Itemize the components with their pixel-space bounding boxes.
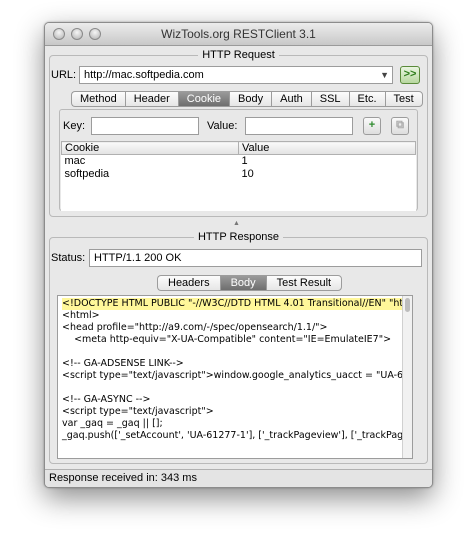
- plus-icon: +: [368, 119, 376, 131]
- tab-test-result[interactable]: Test Result: [265, 275, 343, 291]
- tab-response-body[interactable]: Body: [219, 275, 266, 291]
- tab-test[interactable]: Test: [384, 91, 423, 107]
- http-response-title: HTTP Response: [197, 231, 280, 243]
- chevron-down-icon[interactable]: ▼: [380, 69, 389, 81]
- title-bar: WizTools.org RESTClient 3.1: [45, 23, 432, 46]
- tab-headers[interactable]: Headers: [157, 275, 220, 291]
- code-line: <script type="text/javascript">: [62, 406, 214, 417]
- code-line: <html>: [62, 310, 100, 321]
- send-request-button[interactable]: >>: [400, 66, 420, 84]
- response-body-editor[interactable]: <!DOCTYPE HTML PUBLIC "-//W3C//DTD HTML …: [57, 295, 413, 459]
- code-line: <head profile="http://a9.com/-/spec/open…: [62, 322, 328, 333]
- tab-header[interactable]: Header: [124, 91, 178, 107]
- split-pane-grip-icon[interactable]: ▲: [233, 220, 240, 227]
- window-title: WizTools.org RESTClient 3.1: [161, 27, 316, 41]
- request-tabs: Method Header Cookie Body Auth SSL Etc. …: [71, 91, 423, 107]
- code-line: var _gaq = _gaq || [];: [62, 418, 163, 429]
- table-row[interactable]: softpedia 10: [62, 168, 416, 181]
- column-header-cookie[interactable]: Cookie: [61, 141, 239, 155]
- code-line: <!DOCTYPE HTML PUBLIC "-//W3C//DTD HTML …: [62, 298, 413, 310]
- status-bar: Response received in: 343 ms: [45, 469, 432, 487]
- scrollbar-thumb[interactable]: [405, 298, 410, 312]
- value-label: Value:: [207, 120, 238, 132]
- vertical-scrollbar[interactable]: [402, 296, 412, 458]
- cookie-value-cell: 10: [241, 168, 254, 180]
- tab-auth[interactable]: Auth: [271, 91, 311, 107]
- tab-method[interactable]: Method: [71, 91, 125, 107]
- key-input[interactable]: [91, 117, 199, 135]
- status-field: HTTP/1.1 200 OK: [89, 249, 422, 267]
- code-line: <!-- GA-ADSENSE LINK-->: [62, 358, 184, 369]
- cookie-table: Cookie Value mac 1 softpedia 10: [61, 141, 416, 211]
- copy-icon: ⧉: [396, 119, 404, 131]
- url-input[interactable]: http://mac.softpedia.com ▼: [79, 66, 393, 84]
- copy-cookie-button[interactable]: ⧉: [391, 117, 409, 135]
- url-value: http://mac.softpedia.com: [84, 69, 204, 81]
- table-row[interactable]: mac 1: [62, 155, 416, 169]
- tab-ssl[interactable]: SSL: [310, 91, 349, 107]
- code-line: <!-- GA-ASYNC -->: [62, 394, 151, 405]
- cookie-value-cell: 1: [241, 155, 248, 167]
- code-line: _gaq.push(['_setAccount', 'UA-61277-1'],…: [62, 430, 413, 441]
- key-label: Key:: [63, 120, 86, 132]
- code-line: <meta http-equiv="X-UA-Compatible" conte…: [62, 334, 392, 345]
- tab-cookie[interactable]: Cookie: [177, 91, 230, 107]
- value-input[interactable]: [245, 117, 353, 135]
- response-tabs: Headers Body Test Result: [157, 275, 343, 291]
- code-line: <script type="text/javascript">window.go…: [62, 370, 413, 381]
- url-label: URL:: [51, 69, 77, 81]
- tab-body[interactable]: Body: [229, 91, 272, 107]
- cookie-name-cell: softpedia: [64, 168, 110, 180]
- http-request-title: HTTP Request: [202, 49, 275, 61]
- table-empty-row: [62, 181, 416, 211]
- column-header-value[interactable]: Value: [238, 141, 416, 155]
- cookie-name-cell: mac: [64, 155, 86, 167]
- app-window: WizTools.org RESTClient 3.1 HTTP Request…: [44, 22, 433, 488]
- tab-etc[interactable]: Etc.: [348, 91, 385, 107]
- status-label: Status:: [51, 252, 86, 264]
- add-cookie-button[interactable]: +: [363, 117, 381, 135]
- table-header-row: Cookie Value: [61, 141, 416, 155]
